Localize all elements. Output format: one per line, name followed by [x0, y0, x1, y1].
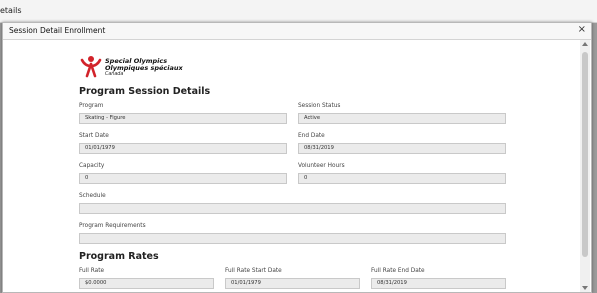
full-rate-end-date-label: Full Rate End Date — [371, 268, 425, 274]
volunteer-hours-field[interactable]: 0 — [298, 173, 506, 184]
logo-line-french: Olympiques spéciaux — [105, 64, 183, 72]
session-status-field[interactable]: Active — [298, 113, 506, 124]
session-details-heading: Program Session Details — [79, 86, 211, 97]
modal-scrollbar[interactable] — [580, 40, 590, 292]
scrollbar-thumb[interactable] — [582, 52, 588, 257]
full-rate-start-date-label: Full Rate Start Date — [225, 268, 282, 274]
full-rate-field[interactable]: $0.0000 — [79, 278, 214, 289]
program-requirements-label: Program Requirements — [79, 223, 146, 229]
program-requirements-field[interactable] — [79, 233, 506, 244]
special-olympics-emblem-icon — [80, 56, 102, 78]
full-rate-label: Full Rate — [79, 268, 105, 274]
scroll-down-arrow-icon[interactable] — [582, 286, 588, 290]
logo-line-country: Canada — [105, 72, 124, 77]
volunteer-hours-label: Volunteer Hours — [298, 163, 345, 169]
schedule-field[interactable] — [79, 203, 506, 214]
capacity-label: Capacity — [79, 163, 105, 169]
program-label: Program — [79, 103, 104, 109]
special-olympics-logo: Special Olympics Olympiques spéciaux Can… — [79, 54, 199, 78]
full-rate-start-date-field[interactable]: 01/01/1979 — [225, 278, 360, 289]
program-rates-heading: Program Rates — [79, 251, 159, 262]
scroll-up-arrow-icon[interactable] — [582, 42, 588, 46]
modal-title: Session Detail Enrollment — [9, 26, 106, 35]
session-status-label: Session Status — [298, 103, 341, 109]
session-detail-modal: Session Detail Enrollment × Special Olym… — [2, 22, 592, 293]
schedule-label: Schedule — [79, 193, 106, 199]
capacity-field[interactable]: 0 — [79, 173, 287, 184]
start-date-label: Start Date — [79, 133, 109, 139]
background-page-title: etails — [0, 6, 22, 15]
modal-header: Session Detail Enrollment × — [3, 23, 591, 40]
end-date-label: End Date — [298, 133, 325, 139]
start-date-field[interactable]: 01/01/1979 — [79, 143, 287, 154]
full-rate-end-date-field[interactable]: 08/31/2019 — [371, 278, 506, 289]
program-field[interactable]: Skating - Figure — [79, 113, 287, 124]
background-page-header: etails — [0, 0, 597, 23]
close-icon[interactable]: × — [578, 24, 586, 36]
end-date-field[interactable]: 08/31/2019 — [298, 143, 506, 154]
